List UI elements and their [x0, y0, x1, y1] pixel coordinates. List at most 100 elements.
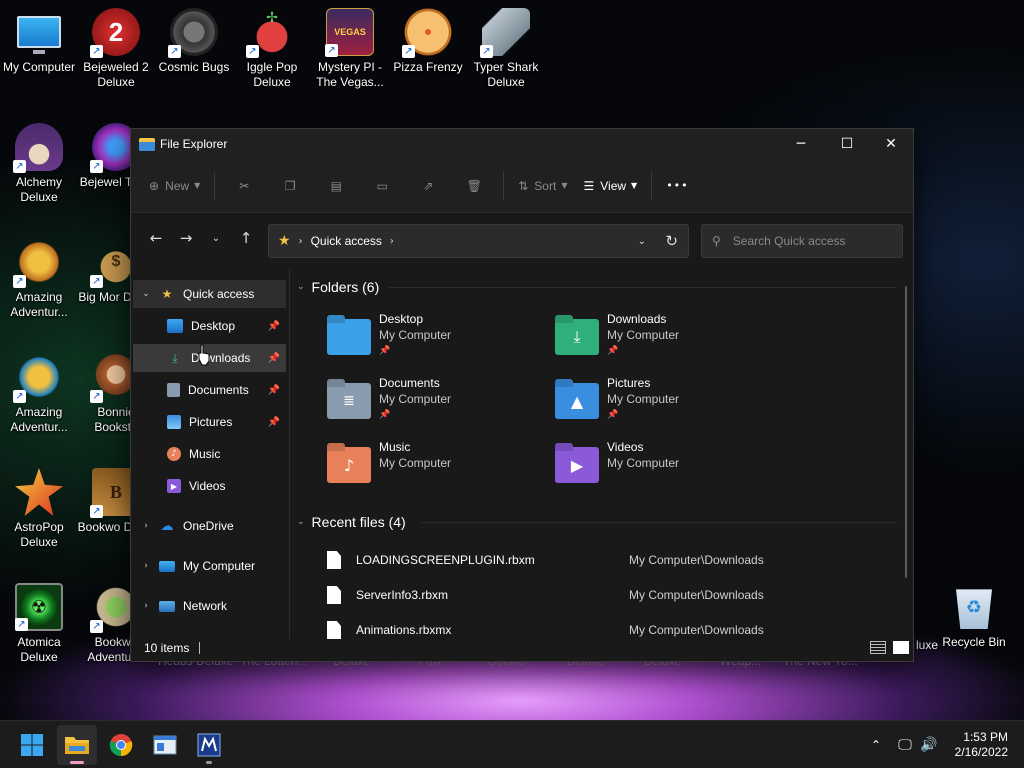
- view-list-icon: ☰: [583, 178, 595, 193]
- clock-time: 1:53 PM: [963, 730, 1008, 744]
- wizard-icon: ↗: [13, 123, 63, 173]
- chevron-down-icon: ⌄: [297, 517, 305, 527]
- shortcut-arrow-icon: ↗: [90, 505, 103, 518]
- folder-tile-downloads[interactable]: ⤓ Downloads My Computer 📌: [555, 311, 775, 367]
- clipboard-icon: ▤: [330, 178, 342, 193]
- chevron-right-icon[interactable]: ›: [133, 561, 159, 571]
- shortcut-arrow-icon: ↗: [325, 44, 338, 57]
- shortcut-arrow-icon: ↗: [90, 45, 103, 58]
- chevron-down-icon[interactable]: ⌄: [133, 289, 159, 299]
- desktop-icon-atomica[interactable]: ☢ ↗ Atomica Deluxe: [0, 583, 78, 665]
- shortcut-arrow-icon: ↗: [402, 45, 415, 58]
- desktop-icon-amazing-adventures[interactable]: ↗ Amazing Adventur...: [0, 238, 78, 320]
- sidebar-item-quick-access[interactable]: ⌄ ★ Quick access: [133, 280, 286, 308]
- vertical-scrollbar[interactable]: [905, 286, 907, 578]
- shark-icon: ↗: [480, 8, 530, 58]
- folder-tile-videos[interactable]: ▶ Videos My Computer: [555, 439, 775, 495]
- folder-tile-documents[interactable]: ≣ Documents My Computer 📌: [327, 375, 547, 431]
- chevron-down-icon: ▼: [561, 181, 568, 190]
- folder-tile-pictures[interactable]: ▲ Pictures My Computer 📌: [555, 375, 775, 431]
- desktop-icon-my-computer[interactable]: My Computer: [0, 8, 78, 75]
- breadcrumb-quick-access[interactable]: Quick access: [311, 234, 382, 248]
- pictures-folder-icon: ▲: [555, 383, 599, 419]
- sidebar-item-onedrive[interactable]: › ☁ OneDrive: [133, 512, 286, 540]
- bejeweled-2-icon: 2 ↗: [90, 8, 140, 58]
- sidebar-item-documents[interactable]: Documents 📌: [133, 376, 286, 404]
- large-icons-view-button[interactable]: [893, 641, 909, 654]
- desktop-icon-bejeweled-2[interactable]: 2 ↗ Bejeweled 2 Deluxe: [77, 8, 155, 90]
- desktop-icon-cosmic-bugs[interactable]: ↗ Cosmic Bugs: [155, 8, 233, 75]
- network-status-icon[interactable]: 🖵: [892, 737, 918, 753]
- folder-tile-music[interactable]: ♪ Music My Computer: [327, 439, 547, 495]
- atomica-icon: ☢ ↗: [15, 583, 63, 631]
- address-bar[interactable]: ★ › Quick access › ⌄ ↻: [268, 224, 689, 258]
- start-button[interactable]: [12, 725, 52, 765]
- taskbar-game-app[interactable]: [189, 725, 229, 765]
- refresh-button[interactable]: ↻: [665, 232, 678, 250]
- chevron-down-icon: ▼: [194, 181, 201, 190]
- breadcrumb-chevron-icon: ›: [298, 235, 303, 247]
- folder-tile-desktop[interactable]: Desktop My Computer 📌: [327, 311, 547, 367]
- recent-file-row[interactable]: ServerInfo3.rbxm My Computer\Downloads: [327, 578, 887, 612]
- details-view-button[interactable]: [870, 641, 886, 654]
- file-explorer-window[interactable]: File Explorer ─ ☐ ✕ ⊕ New ▼ ✂ ❐ ▤ ▭ ⇗ 🗑 …: [130, 128, 914, 662]
- search-input[interactable]: [732, 234, 883, 248]
- copy-button[interactable]: ❐: [267, 170, 313, 202]
- sidebar-item-videos[interactable]: ▶ Videos: [133, 472, 286, 500]
- desktop-icon-recycle-bin[interactable]: ♻ Recycle Bin: [935, 583, 1013, 650]
- desktop-icon-amazing-adventures-2[interactable]: ↗ Amazing Adventur...: [0, 353, 78, 435]
- documents-folder-icon: ≣: [327, 383, 371, 419]
- sidebar-item-network[interactable]: › Network: [133, 592, 286, 620]
- recent-file-row[interactable]: LOADINGSCREENPLUGIN.rbxm My Computer\Dow…: [327, 543, 887, 577]
- up-button[interactable]: ↑: [231, 223, 261, 253]
- minimize-button[interactable]: ─: [778, 129, 824, 159]
- desktop-icon-typer-shark[interactable]: ↗ Typer Shark Deluxe: [467, 8, 545, 90]
- shortcut-arrow-icon: ↗: [13, 390, 26, 403]
- desktop-icon-pizza-frenzy[interactable]: ↗ Pizza Frenzy: [389, 8, 467, 75]
- taskbar-clock[interactable]: 1:53 PM 2/16/2022: [955, 730, 1008, 760]
- view-button[interactable]: ☰ View ▼: [575, 170, 645, 202]
- close-button[interactable]: ✕: [868, 129, 914, 159]
- taskbar-app-window[interactable]: [145, 725, 185, 765]
- chevron-right-icon[interactable]: ›: [133, 521, 159, 531]
- shortcut-arrow-icon: ↗: [13, 160, 26, 173]
- taskbar-file-explorer[interactable]: [57, 725, 97, 765]
- rename-button[interactable]: ▭: [359, 170, 405, 202]
- sidebar-item-pictures[interactable]: Pictures 📌: [133, 408, 286, 436]
- desktop-icon-astropop[interactable]: AstroPop Deluxe: [0, 468, 78, 550]
- recent-files-group-header[interactable]: ⌄ Recent files (4): [297, 514, 406, 530]
- forward-button[interactable]: →: [171, 223, 201, 253]
- desktop-icon-mystery-pi[interactable]: VEGAS ↗ Mystery PI - The Vegas...: [311, 8, 389, 90]
- taskbar-chrome[interactable]: [101, 725, 141, 765]
- star-icon: ★: [278, 233, 291, 249]
- sidebar-item-my-computer[interactable]: › My Computer: [133, 552, 286, 580]
- back-button[interactable]: ←: [141, 223, 171, 253]
- file-explorer-icon: [139, 137, 155, 151]
- sidebar-item-desktop[interactable]: Desktop 📌: [133, 312, 286, 340]
- share-button[interactable]: ⇗: [405, 170, 451, 202]
- chevron-right-icon[interactable]: ›: [133, 601, 159, 611]
- chevron-down-icon: ▼: [631, 181, 638, 190]
- address-dropdown-button[interactable]: ⌄: [638, 236, 646, 247]
- cut-button[interactable]: ✂: [221, 170, 267, 202]
- copy-icon: ❐: [284, 178, 296, 193]
- sort-button[interactable]: ⇅ Sort ▼: [510, 170, 575, 202]
- search-icon: ⚲: [712, 234, 721, 248]
- show-hidden-icons-button[interactable]: ⌃: [866, 738, 886, 752]
- desktop-icon-alchemy[interactable]: ↗ Alchemy Deluxe: [0, 123, 78, 205]
- recent-locations-button[interactable]: ⌄: [201, 223, 231, 253]
- document-icon: [167, 383, 180, 397]
- title-bar[interactable]: File Explorer ─ ☐ ✕: [131, 129, 913, 159]
- folders-group-header[interactable]: ⌄ Folders (6): [297, 279, 379, 295]
- desktop-icon-iggle-pop[interactable]: ✢ ↗ Iggle Pop Deluxe: [233, 8, 311, 90]
- new-button[interactable]: ⊕ New ▼: [141, 170, 208, 202]
- breadcrumb-chevron-icon[interactable]: ›: [390, 236, 394, 247]
- volume-icon[interactable]: 🔊: [918, 737, 940, 753]
- paste-button[interactable]: ▤: [313, 170, 359, 202]
- maximize-button[interactable]: ☐: [824, 129, 870, 159]
- pane-divider[interactable]: [289, 269, 290, 639]
- sidebar-item-music[interactable]: ♪ Music: [133, 440, 286, 468]
- search-box[interactable]: ⚲: [701, 224, 903, 258]
- delete-button[interactable]: 🗑: [451, 170, 497, 202]
- more-options-button[interactable]: •••: [658, 170, 696, 202]
